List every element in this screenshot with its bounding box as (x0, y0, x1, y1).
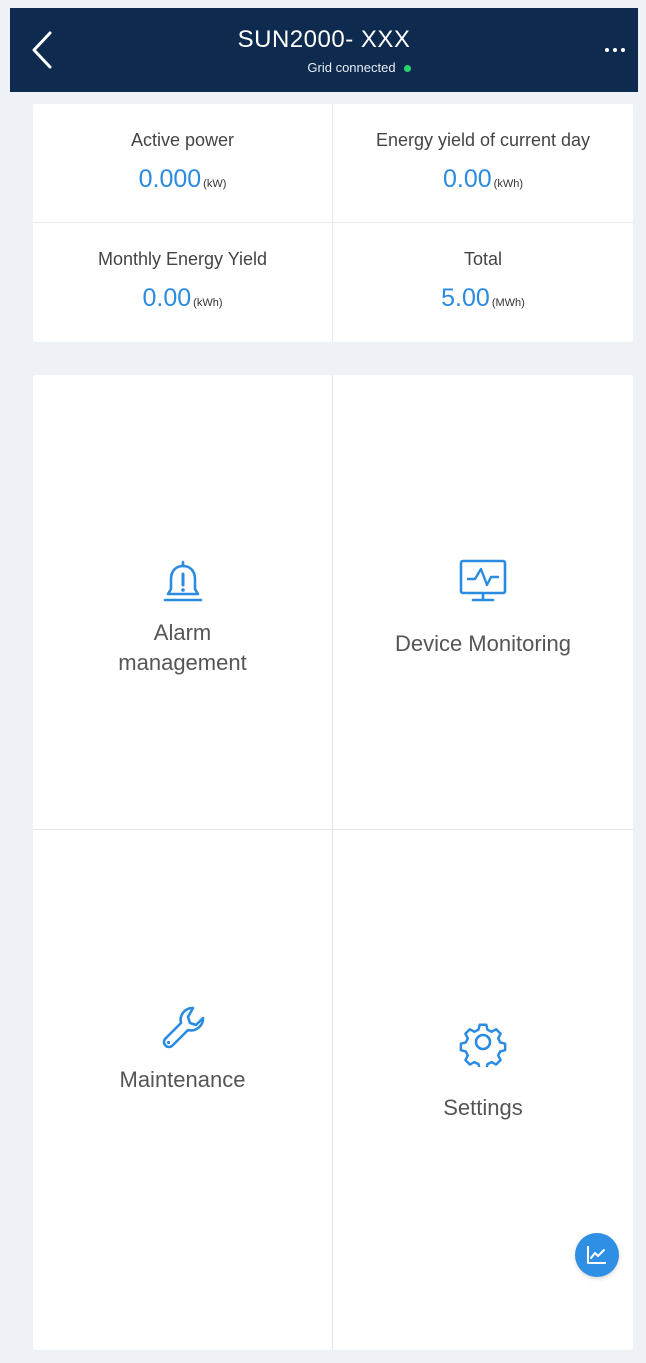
grid-status-label: Grid connected (307, 60, 396, 75)
stat-label: Active power (130, 130, 235, 150)
maintenance-label: Maintenance (119, 1067, 246, 1092)
stat-total-yield: Total 5.00 (MWh) (333, 223, 633, 342)
stat-value: 0.000 (138, 165, 202, 193)
stat-active-power: Active power 0.000 (kW) (33, 104, 333, 223)
more-button[interactable] (598, 38, 632, 62)
app-header: SUN2000- XXX Grid connected (10, 8, 638, 92)
more-dot (621, 48, 625, 52)
stat-unit: (kW) (203, 178, 227, 190)
device-monitoring-label: Device Monitoring (394, 631, 572, 656)
more-dot (605, 48, 609, 52)
alarm-management-label: Alarm management (118, 620, 247, 675)
stat-label: Energy yield of current day (375, 130, 591, 150)
monitor-chart-icon (457, 555, 509, 607)
gear-icon (457, 1016, 509, 1068)
stat-value-row: 5.00 (MWh) (333, 284, 633, 313)
stat-monthly-yield: Monthly Energy Yield 0.00 (kWh) (33, 223, 333, 342)
stat-label: Monthly Energy Yield (97, 249, 268, 269)
stat-value-row: 0.00 (kWh) (33, 284, 332, 313)
more-dot (613, 48, 617, 52)
stat-value-row: 0.00 (kWh) (333, 165, 633, 194)
stat-value: 5.00 (441, 284, 490, 312)
stat-unit: (kWh) (493, 178, 523, 190)
stat-unit: (kWh) (193, 297, 223, 309)
alarm-management-tile[interactable]: Alarm management (33, 375, 333, 830)
device-title: SUN2000- XXX (237, 26, 411, 53)
grid-status: Grid connected (10, 60, 638, 75)
stat-value: 0.00 (443, 165, 492, 193)
device-monitoring-tile[interactable]: Device Monitoring (333, 375, 633, 830)
settings-label: Settings (443, 1095, 523, 1120)
stat-value: 0.00 (142, 284, 192, 312)
maintenance-tile[interactable]: Maintenance (33, 830, 333, 1350)
trend-chart-button[interactable] (575, 1233, 619, 1277)
stat-label: Total (463, 249, 503, 269)
menu-grid: Alarm management Device Monitoring Maint… (33, 375, 633, 1350)
status-dot-icon (403, 65, 411, 73)
stats-panel: Active power 0.000 (kW) Energy yield of c… (33, 104, 633, 342)
bell-alert-icon (157, 558, 209, 610)
stat-unit: (MWh) (491, 297, 525, 309)
stat-daily-yield: Energy yield of current day 0.00 (kWh) (333, 104, 633, 223)
stat-value-row: 0.000 (kW) (33, 165, 332, 194)
wrench-icon (157, 1002, 209, 1054)
trend-chart-icon (587, 1246, 606, 1264)
